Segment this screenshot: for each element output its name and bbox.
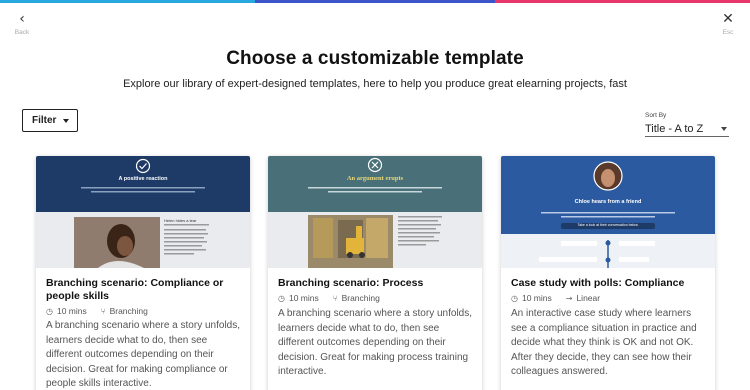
template-thumbnail: A positive reaction Helen hides a tear [36,156,250,268]
chevron-left-icon: ‹ [19,11,25,27]
top-accent-bar [0,0,750,3]
sort-select[interactable]: Title - A to Z [645,121,729,137]
thumb-tag: Take a look at their conversation below. [577,223,639,227]
template-card[interactable]: An argument erupts Branching scenario: P… [268,156,482,390]
template-card[interactable]: Chloe hears from a friend Take a look at… [501,156,715,390]
close-icon: ✕ [722,11,734,27]
filter-button[interactable]: Filter [22,109,78,132]
card-title: Case study with polls: Compliance [511,277,685,289]
clock-icon: ◷ [511,293,518,303]
caret-down-icon [63,118,70,123]
close-button[interactable]: ✕ Esc [715,12,741,36]
card-meta: ◷ 10 mins ⑂ Branching [278,293,380,303]
card-title: Branching scenario: Compliance or people… [46,277,224,302]
card-description: A branching scenario where a story unfol… [278,308,472,377]
card-title: Branching scenario: Process [278,277,424,289]
card-meta: ◷ 10 mins ⑂ Branching [46,306,148,316]
back-button[interactable]: ‹ Back [9,12,35,36]
arrow-right-icon: → [565,293,573,303]
card-meta: ◷ 10 mins → Linear [511,293,601,303]
template-thumbnail: An argument erupts [268,156,482,268]
page-subtitle: Explore our library of expert-designed t… [123,78,627,90]
template-card[interactable]: A positive reaction Helen hides a tear B… [36,156,250,390]
sort-label: Sort By [645,112,667,119]
branch-icon: ⑂ [332,293,338,303]
card-description: A branching scenario where a story unfol… [46,320,240,389]
clock-icon: ◷ [46,306,53,316]
branch-icon: ⑂ [100,306,106,316]
page-title: Choose a customizable template [226,48,524,69]
clock-icon: ◷ [278,293,285,303]
thumb-heading: Chloe hears from a friend [574,199,642,205]
thumb-side-heading: Helen hides a tear [164,218,197,223]
caret-down-icon [721,126,727,131]
thumb-heading: An argument erupts [346,175,404,182]
card-description: An interactive case study where learners… [511,308,697,377]
thumb-heading: A positive reaction [118,176,168,182]
template-thumbnail: Chloe hears from a friend Take a look at… [501,156,715,268]
